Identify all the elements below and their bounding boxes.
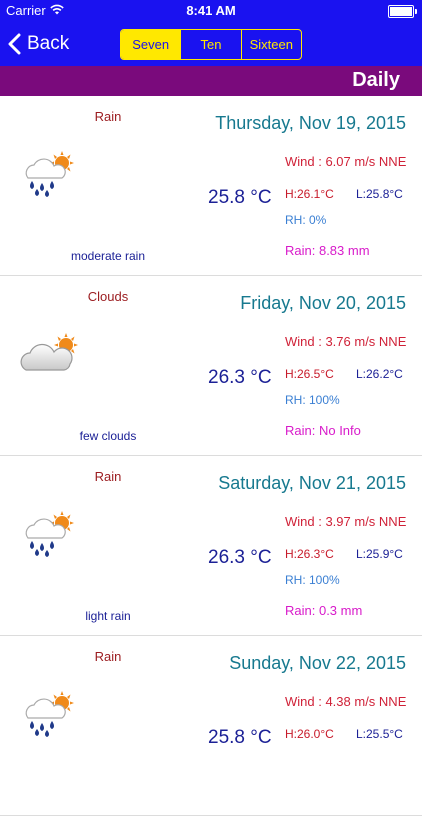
date-label: Saturday, Nov 21, 2015 xyxy=(218,473,406,493)
low-temp-label: L:26.2°C xyxy=(356,367,403,381)
condition-label: Rain xyxy=(94,649,122,664)
temperature-label: 25.8 °C xyxy=(208,187,272,208)
date-label: Friday, Nov 20, 2015 xyxy=(240,293,406,313)
description-label: light rain xyxy=(85,609,131,623)
description-label: few clouds xyxy=(79,429,137,443)
temperature-label: 26.3 °C xyxy=(208,367,272,388)
high-temp-label: H:26.5°C xyxy=(285,367,334,381)
forecast-row[interactable]: Rain Thursday, Nov 19, 2015 25.8 °C mode… xyxy=(0,96,422,276)
forecast-list: Rain Thursday, Nov 19, 2015 25.8 °C mode… xyxy=(0,96,422,816)
section-header: Daily xyxy=(0,66,422,96)
status-time: 8:41 AM xyxy=(186,3,236,18)
date-label: Thursday, Nov 19, 2015 xyxy=(215,113,406,133)
wind-label: Wind : 4.38 m/s NNE xyxy=(285,694,407,709)
cloud-sun-icon xyxy=(18,330,80,378)
high-temp-label: H:26.0°C xyxy=(285,727,334,741)
section-title: Daily xyxy=(352,69,400,91)
wind-label: Wind : 6.07 m/s NNE xyxy=(285,154,407,169)
back-button[interactable]: Back xyxy=(8,30,69,58)
humidity-label: RH: 0% xyxy=(285,213,327,227)
battery-icon xyxy=(388,5,417,18)
date-label: Sunday, Nov 22, 2015 xyxy=(229,653,406,673)
condition-label: Clouds xyxy=(87,289,129,304)
segment-sixteen[interactable]: Sixteen xyxy=(240,30,301,59)
low-temp-label: L:25.9°C xyxy=(356,547,403,561)
segment-seven[interactable]: Seven xyxy=(121,30,181,59)
segment-ten[interactable]: Ten xyxy=(180,30,240,59)
forecast-range-segmented-control: Seven Ten Sixteen xyxy=(120,29,302,60)
forecast-row[interactable]: Rain Saturday, Nov 21, 2015 26.3 °C ligh… xyxy=(0,456,422,636)
chevron-left-icon xyxy=(8,33,21,55)
condition-label: Rain xyxy=(94,469,122,484)
temperature-label: 26.3 °C xyxy=(208,547,272,568)
navigation-bar: Back Seven Ten Sixteen xyxy=(0,22,422,66)
status-bar: Carrier 8:41 AM xyxy=(0,0,422,22)
high-temp-label: H:26.3°C xyxy=(285,547,334,561)
low-temp-label: L:25.8°C xyxy=(356,187,403,201)
wind-label: Wind : 3.97 m/s NNE xyxy=(285,514,407,529)
humidity-label: RH: 100% xyxy=(285,393,340,407)
humidity-label: RH: 100% xyxy=(285,573,340,587)
rain-amount-label: Rain: 8.83 mm xyxy=(285,243,370,258)
forecast-row[interactable]: Rain Sunday, Nov 22, 2015 25.8 °C Wind :… xyxy=(0,636,422,816)
temperature-label: 25.8 °C xyxy=(208,727,272,748)
high-temp-label: H:26.1°C xyxy=(285,187,334,201)
condition-label: Rain xyxy=(94,109,122,124)
wind-label: Wind : 3.76 m/s NNE xyxy=(285,334,407,349)
low-temp-label: L:25.5°C xyxy=(356,727,403,741)
rain-amount-label: Rain: No Info xyxy=(285,423,361,438)
rain-cloud-sun-icon xyxy=(18,150,80,198)
back-label: Back xyxy=(27,33,70,54)
rain-cloud-sun-icon xyxy=(18,690,80,738)
description-label: moderate rain xyxy=(70,249,146,263)
rain-amount-label: Rain: 0.3 mm xyxy=(285,603,363,618)
rain-cloud-sun-icon xyxy=(18,510,80,558)
forecast-row[interactable]: Clouds Friday, Nov 20, 2015 26.3 °C few … xyxy=(0,276,422,456)
